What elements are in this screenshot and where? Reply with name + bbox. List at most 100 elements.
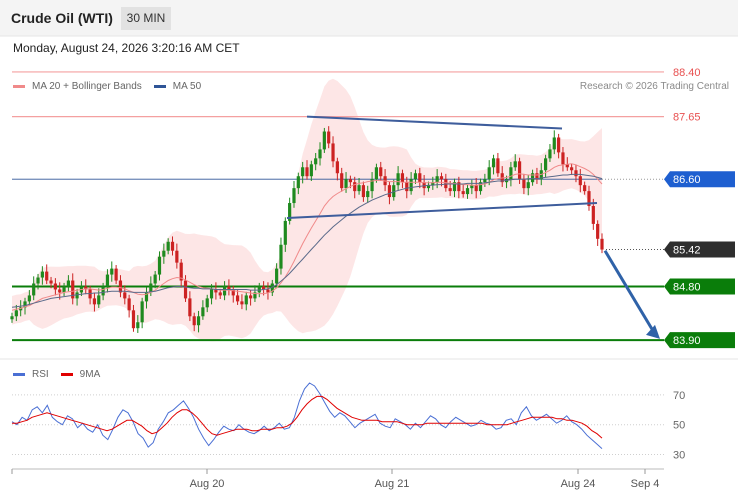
candle-body (32, 283, 36, 296)
candle-body (491, 158, 496, 168)
x-tick-label-3: Sep 4 (631, 478, 660, 490)
candle-body (544, 158, 548, 171)
candle-body (257, 286, 261, 293)
level-label-84-80: 84.80 (673, 281, 701, 293)
ma50-line (11, 173, 603, 308)
candle-body (27, 295, 31, 302)
legend-label-ma20: MA 20 + Bollinger Bands (32, 81, 142, 92)
candle-body (374, 167, 379, 180)
candle-body (110, 268, 114, 275)
candle-body (231, 289, 235, 296)
candle-body (218, 292, 222, 296)
candle-body (292, 188, 296, 204)
legend-label-rsi: RSI (32, 369, 49, 380)
forecast-arrow (603, 249, 657, 335)
candle-body (535, 173, 539, 180)
candle-body (136, 322, 140, 329)
candle-body (379, 167, 383, 177)
candle-body (366, 191, 370, 198)
candle-body (348, 179, 352, 183)
legend-swatch-ma20 (13, 85, 25, 88)
candle-body (422, 182, 426, 189)
candle-body (36, 277, 40, 284)
candle-body (305, 167, 309, 177)
candle-body (439, 176, 444, 180)
last-price-box (664, 241, 735, 258)
candle-body (84, 286, 88, 290)
candle-body (253, 292, 257, 299)
candle-body (413, 173, 418, 180)
legend-item-rsi: RSI (13, 369, 49, 380)
x-tick-label-0: Aug 20 (190, 478, 225, 490)
candle-body (88, 289, 92, 299)
rsi-line (11, 382, 603, 449)
candle-body (457, 182, 461, 192)
candle-body (183, 280, 188, 299)
candle-body (500, 173, 504, 183)
legend-swatch-rsi (13, 373, 25, 376)
candle-body (309, 164, 313, 177)
candle-body (162, 250, 166, 257)
candle-body (118, 280, 123, 293)
candle-body (240, 301, 244, 305)
candle-body (97, 295, 101, 305)
candle-body (123, 292, 127, 299)
candle-body (127, 298, 131, 311)
rsi-legend: RSI 9MA (13, 369, 112, 380)
rsi-tick-50: 50 (673, 420, 685, 432)
candle-body (530, 173, 535, 183)
candle-body (196, 316, 201, 326)
candle-body (23, 301, 27, 308)
candle-body (574, 170, 578, 177)
candle-body (522, 179, 526, 189)
candle-body (222, 286, 227, 296)
candle-body (205, 298, 209, 308)
candle-body (370, 179, 374, 192)
candle-body (170, 241, 175, 251)
candle-body (591, 206, 595, 224)
candle-body (431, 182, 435, 186)
candle-body (149, 283, 153, 293)
rsi-9ma-line (12, 395, 603, 439)
candle-body (396, 173, 400, 186)
level-label-85-42: 85.42 (673, 245, 701, 257)
chart-datetime: Monday, August 24, 2026 3:20:16 AM CET (13, 41, 240, 55)
price-chart-svg[interactable]: 88.40 87.65 86.60 85.42 84.80 83.90 30 50 70 Aug … (0, 0, 738, 500)
candle-body (40, 271, 44, 278)
candle-body (62, 286, 66, 293)
candle-body (570, 167, 574, 171)
candle-body (175, 250, 179, 263)
candle-body (249, 295, 253, 299)
interval-selector[interactable]: 30 MIN (121, 7, 171, 30)
candle-body (548, 149, 552, 159)
legend-item-ma20: MA 20 + Bollinger Bands (13, 81, 142, 92)
legend-label-9ma: 9MA (79, 369, 101, 380)
candle-body (296, 176, 300, 189)
candle-body (565, 164, 569, 168)
candle-body (383, 176, 387, 186)
candle-body (583, 185, 587, 192)
candle-body (496, 158, 500, 174)
candle-body (105, 274, 110, 287)
candle-body (114, 268, 118, 281)
candle-body (418, 173, 422, 183)
rsi-tick-30: 30 (673, 450, 685, 462)
candle-body (157, 256, 162, 275)
candle-body (526, 182, 530, 189)
candle-body (179, 262, 183, 281)
support-label-box (664, 278, 735, 295)
forecast-arrowhead (646, 324, 660, 339)
candle-body (470, 185, 474, 189)
candle-body (483, 179, 487, 183)
candle-body (327, 131, 331, 144)
candle-body (478, 182, 483, 192)
candle-body (53, 283, 57, 290)
lower-trendline (286, 202, 598, 219)
candle-body (552, 137, 556, 150)
candle-body (188, 298, 192, 317)
candle-body (452, 182, 457, 192)
candle-body (444, 179, 448, 189)
candle-body (387, 185, 392, 198)
candle-body (331, 143, 335, 162)
rsi-tick-70: 70 (673, 390, 685, 402)
